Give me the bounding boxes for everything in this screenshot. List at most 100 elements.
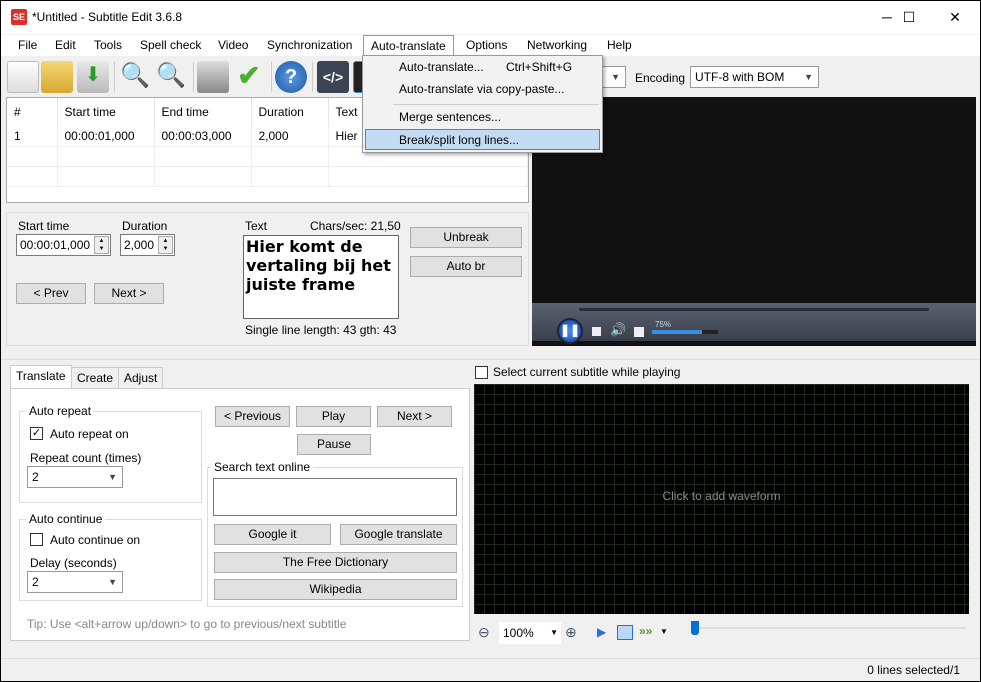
waveform-area[interactable]: Click to add waveform [474, 384, 969, 614]
auto-repeat-label: Auto repeat [26, 404, 95, 418]
zoom-select[interactable]: 100% ▼ [499, 622, 561, 644]
menu-networking[interactable]: Networking [520, 35, 594, 56]
menu-bar: File Edit Tools Spell check Video Synchr… [1, 35, 980, 56]
repeat-count-select[interactable]: 2 ▼ [27, 466, 123, 488]
google-it-button[interactable]: Google it [214, 524, 331, 545]
stop-icon[interactable] [592, 327, 601, 336]
waveform-placeholder: Click to add waveform [662, 489, 781, 503]
auto-continue-checkbox[interactable] [30, 533, 43, 546]
menu-edit[interactable]: Edit [48, 35, 83, 56]
column-duration[interactable]: Duration [251, 98, 329, 126]
auto-continue-on-label: Auto continue on [50, 533, 141, 547]
new-file-icon[interactable] [7, 61, 39, 93]
previous-button[interactable]: < Previous [215, 406, 290, 427]
cell-start-time: 00:00:01,000 [57, 126, 155, 147]
start-time-spinner[interactable]: ▲ ▼ [94, 236, 109, 254]
select-current-label: Select current subtitle while playing [493, 365, 681, 379]
menu-item-auto-translate-copy-paste[interactable]: Auto-translate via copy-paste... [365, 79, 600, 100]
volume-slider[interactable] [652, 330, 718, 334]
menu-spell-check[interactable]: Spell check [133, 35, 208, 56]
open-folder-icon[interactable] [41, 61, 73, 93]
help-icon[interactable]: ? [275, 61, 307, 93]
tab-create[interactable]: Create [71, 367, 120, 389]
waveform-position-slider[interactable] [695, 627, 966, 629]
tip-text: Tip: Use <alt+arrow up/down> to go to pr… [27, 617, 347, 631]
menu-options[interactable]: Options [459, 35, 514, 56]
column-number[interactable]: # [7, 98, 58, 126]
fullscreen-icon[interactable] [634, 327, 644, 337]
window-title: *Untitled - Subtitle Edit 3.6.8 [32, 10, 183, 24]
zoom-value: 100% [503, 626, 534, 640]
columns-icon[interactable] [617, 625, 633, 640]
start-time-label: Start time [18, 219, 70, 233]
play-button[interactable]: Play [296, 406, 371, 427]
encoding-value: UTF-8 with BOM [695, 70, 785, 84]
menu-item-auto-translate[interactable]: Auto-translate... Ctrl+Shift+G [365, 57, 600, 78]
start-time-value: 00:00:01,000 [20, 238, 91, 252]
duration-spinner[interactable]: ▲ ▼ [158, 236, 173, 254]
select-current-checkbox[interactable] [475, 366, 488, 379]
cell-duration: 2,000 [251, 126, 329, 147]
spell-check-icon[interactable]: ✔ [233, 61, 265, 93]
menu-help[interactable]: Help [600, 35, 639, 56]
tab-translate[interactable]: Translate [10, 365, 72, 389]
auto-continue-label: Auto continue [26, 512, 106, 526]
visual-sync-icon[interactable] [197, 61, 229, 93]
menu-item-label: Auto-translate via copy-paste... [399, 82, 565, 96]
auto-br-button[interactable]: Auto br [410, 256, 522, 277]
close-button[interactable]: ✕ [932, 1, 978, 34]
slider-thumb[interactable] [691, 621, 699, 635]
tab-adjust[interactable]: Adjust [118, 367, 164, 389]
video-controls: ❚❚ 🔊 75% [532, 303, 976, 344]
seek-bar[interactable] [579, 308, 929, 311]
pause-icon[interactable]: ❚❚ [557, 318, 583, 344]
prev-button[interactable]: < Prev [16, 283, 86, 304]
menu-video[interactable]: Video [211, 35, 255, 56]
menu-item-label: Break/split long lines... [399, 133, 520, 147]
play-icon[interactable]: ▶ [597, 625, 606, 639]
subtitle-text-input[interactable]: Hier komt de vertaling bij het juiste fr… [243, 235, 399, 319]
search-online-label: Search text online [211, 460, 314, 474]
next-subtitle-button[interactable]: Next > [377, 406, 452, 427]
column-end-time[interactable]: End time [154, 98, 252, 126]
next-button[interactable]: Next > [94, 283, 164, 304]
maximize-button[interactable]: ☐ [886, 1, 932, 34]
free-dictionary-button[interactable]: The Free Dictionary [214, 552, 457, 573]
google-translate-button[interactable]: Google translate [340, 524, 457, 545]
zoom-out-icon[interactable]: ⊖ [478, 624, 490, 641]
encoding-select[interactable]: UTF-8 with BOM ▼ [690, 66, 819, 88]
auto-translate-menu: Auto-translate... Ctrl+Shift+G Auto-trans… [362, 55, 603, 153]
menu-item-shortcut: Ctrl+Shift+G [506, 60, 573, 74]
waveform-toolbar: ⊖ 100% ▼ ⊕ ▶ »» ▼ [475, 621, 670, 645]
auto-repeat-on-label: Auto repeat on [50, 427, 129, 441]
cell-number: 1 [7, 126, 58, 147]
search-text-input[interactable] [213, 478, 457, 516]
format-select[interactable]: ▼ [599, 66, 626, 88]
auto-repeat-checkbox[interactable]: ✓ [30, 427, 43, 440]
delay-select[interactable]: 2 ▼ [27, 571, 123, 593]
zoom-in-icon[interactable]: ⊕ [565, 624, 577, 641]
menu-separator [393, 104, 599, 105]
menu-tools[interactable]: Tools [87, 35, 129, 56]
volume-icon[interactable]: 🔊 [610, 322, 626, 338]
menu-synchronization[interactable]: Synchronization [260, 35, 359, 56]
column-start-time[interactable]: Start time [57, 98, 155, 126]
menu-file[interactable]: File [11, 35, 44, 56]
unbreak-button[interactable]: Unbreak [410, 227, 522, 248]
menu-item-break-split-lines[interactable]: Break/split long lines... [365, 129, 600, 150]
forward-icon[interactable]: »» [639, 624, 652, 638]
search-online-group: Search text online Google it Google tran… [207, 460, 463, 607]
menu-item-merge-sentences[interactable]: Merge sentences... [365, 107, 600, 128]
replace-icon[interactable]: 🔍 [155, 61, 187, 93]
start-time-input[interactable]: 00:00:01,000 ▲ ▼ [16, 234, 111, 256]
find-icon[interactable]: 🔍 [119, 61, 151, 93]
duration-input[interactable]: 2,000 ▲ ▼ [120, 234, 175, 256]
save-download-icon[interactable]: ⬇ [77, 61, 109, 93]
pause-button[interactable]: Pause [297, 434, 371, 455]
forward-dropdown-icon[interactable]: ▼ [660, 627, 668, 636]
wikipedia-button[interactable]: Wikipedia [214, 579, 457, 600]
app-logo: SE [11, 9, 27, 25]
menu-auto-translate[interactable]: Auto-translate [363, 35, 454, 56]
source-view-icon[interactable]: </> [317, 61, 349, 93]
app-window: SE *Untitled - Subtitle Edit 3.6.8 ─ ☐ ✕… [1, 1, 980, 681]
